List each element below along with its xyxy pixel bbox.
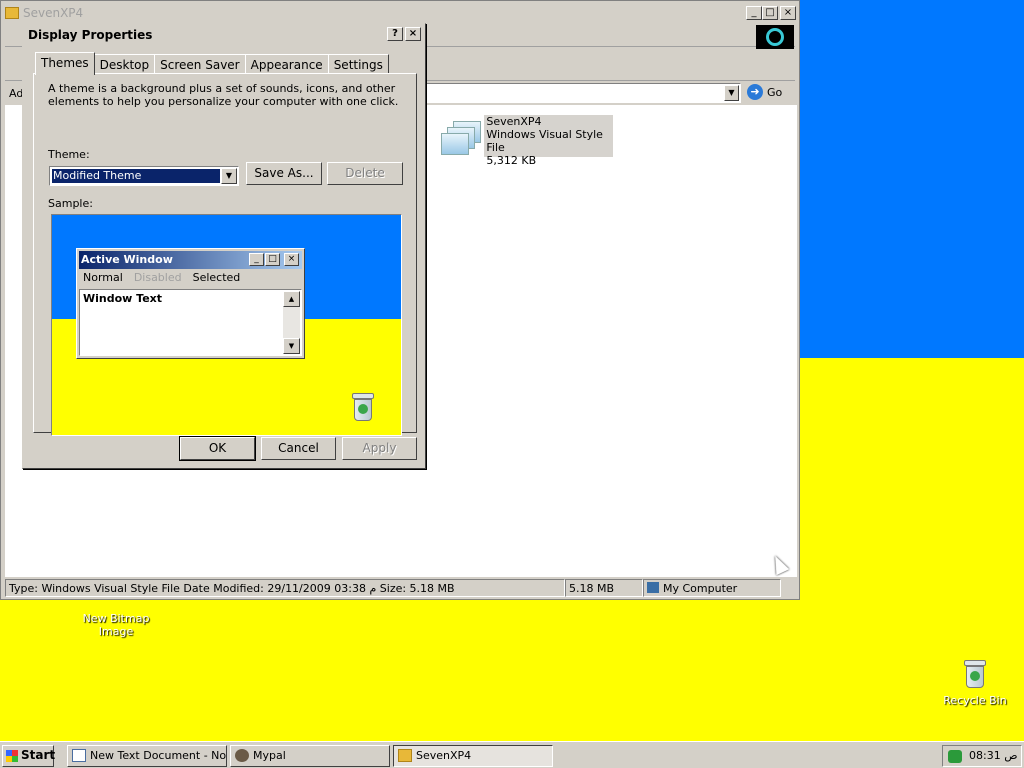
file-item-sevenxp4[interactable]: SevenXP4 Windows Visual Style File 5,312… xyxy=(437,115,613,167)
sample-menu: Normal Disabled Selected xyxy=(83,271,240,284)
tab-settings[interactable]: Settings xyxy=(327,54,389,74)
apply-button[interactable]: Apply xyxy=(342,437,417,460)
scroll-down-icon: ▼ xyxy=(283,338,300,354)
task-notepad-label: New Text Document - No... xyxy=(90,749,227,762)
sample-window-body: Window Text ▲ ▼ xyxy=(79,289,302,356)
file-details: SevenXP4 Windows Visual Style File 5,312… xyxy=(484,115,613,167)
delete-button[interactable]: Delete xyxy=(327,162,403,185)
dialog-close-button[interactable]: × xyxy=(405,27,421,41)
sample-active-window: Active Window _ □ × Normal Disabled Sele… xyxy=(76,248,305,359)
sample-scrollbar: ▲ ▼ xyxy=(283,291,300,354)
theme-description: A theme is a background plus a set of so… xyxy=(48,82,399,108)
tab-desktop[interactable]: Desktop xyxy=(93,54,156,74)
theme-sample-preview: Active Window _ □ × Normal Disabled Sele… xyxy=(51,214,402,436)
help-button[interactable]: ? xyxy=(387,27,403,41)
start-button[interactable]: Start xyxy=(2,745,56,767)
cancel-button[interactable]: Cancel xyxy=(261,437,336,460)
sample-close-icon: × xyxy=(284,253,299,266)
new-bitmap-label-1: New Bitmap xyxy=(82,612,150,625)
status-info: Type: Windows Visual Style File Date Mod… xyxy=(5,579,565,597)
my-computer-icon xyxy=(647,582,659,593)
visual-style-file-icon xyxy=(437,115,481,157)
task-notepad[interactable]: New Text Document - No... xyxy=(67,745,227,767)
notepad-icon xyxy=(72,749,86,762)
ok-button[interactable]: OK xyxy=(179,436,256,461)
theme-dropdown-button[interactable]: ▼ xyxy=(221,168,237,184)
address-dropdown-button[interactable]: ▼ xyxy=(724,85,739,101)
sample-minimize-icon: _ xyxy=(249,253,264,266)
sample-menu-disabled: Disabled xyxy=(133,271,182,284)
folder-icon xyxy=(398,749,412,762)
taskbar: Start New Text Document - No... Mypal Se… xyxy=(0,741,1024,768)
sample-recycle-bin-icon xyxy=(349,391,377,427)
task-mypal-label: Mypal xyxy=(253,749,286,762)
explorer-title: SevenXP4 xyxy=(23,6,84,20)
go-label: Go xyxy=(767,85,783,99)
recycle-bin-icon xyxy=(961,658,989,690)
file-size: 5,312 KB xyxy=(486,154,537,167)
maximize-button[interactable]: □ xyxy=(762,6,778,20)
theme-label: Theme: xyxy=(48,148,90,161)
sample-window-text: Window Text xyxy=(83,292,163,305)
tab-appearance[interactable]: Appearance xyxy=(244,54,329,74)
dialog-tabs: Themes Desktop Screen Saver Appearance S… xyxy=(35,52,389,75)
dialog-title-bar[interactable]: Display Properties xyxy=(25,26,423,44)
status-zone-label: My Computer xyxy=(663,582,738,595)
theme-select[interactable]: Modified Theme ▼ xyxy=(49,166,239,186)
mypal-icon xyxy=(235,749,249,762)
sample-menu-selected: Selected xyxy=(192,271,241,284)
desktop-icon-new-bitmap[interactable]: New Bitmap Image xyxy=(71,612,161,638)
sample-maximize-icon: □ xyxy=(265,253,280,266)
security-shield-icon[interactable] xyxy=(948,750,962,763)
save-as-button[interactable]: Save As... xyxy=(246,162,322,185)
scroll-up-icon: ▲ xyxy=(283,291,300,307)
go-button[interactable]: ➜ Go xyxy=(747,84,782,100)
theme-select-value: Modified Theme xyxy=(52,169,220,183)
tab-themes[interactable]: Themes xyxy=(35,52,95,75)
windows-throbber-logo xyxy=(756,25,794,49)
themes-tab-panel: A theme is a background plus a set of so… xyxy=(33,73,417,436)
clock[interactable]: 08:31 ص xyxy=(969,746,1018,765)
throbber-ring-icon xyxy=(766,28,784,46)
status-bar: Type: Windows Visual Style File Date Mod… xyxy=(5,579,797,597)
task-mypal[interactable]: Mypal xyxy=(230,745,390,767)
sample-label: Sample: xyxy=(48,197,93,210)
folder-icon xyxy=(5,7,19,19)
display-properties-dialog: Display Properties ? × Themes Desktop Sc… xyxy=(22,23,426,469)
desktop-icon-recycle-bin[interactable]: Recycle Bin xyxy=(930,658,1020,707)
new-bitmap-label-2: Image xyxy=(98,625,134,638)
sample-menu-normal: Normal xyxy=(83,271,123,284)
status-size: 5.18 MB xyxy=(565,579,643,597)
go-arrow-icon: ➜ xyxy=(747,84,763,100)
dialog-title: Display Properties xyxy=(28,28,153,42)
explorer-title-bar[interactable]: SevenXP4 xyxy=(1,1,799,25)
recycle-bin-label: Recycle Bin xyxy=(943,694,1007,707)
tab-screen-saver[interactable]: Screen Saver xyxy=(154,54,246,74)
system-tray: 08:31 ص xyxy=(942,745,1022,767)
file-type: Windows Visual Style File xyxy=(486,128,603,154)
task-sevenxp4[interactable]: SevenXP4 xyxy=(393,745,553,767)
windows-logo-icon xyxy=(6,750,18,762)
file-name: SevenXP4 xyxy=(486,115,542,128)
task-sevenxp4-label: SevenXP4 xyxy=(416,749,472,762)
address-input[interactable]: ▼ xyxy=(425,83,741,103)
start-label: Start xyxy=(21,748,56,762)
minimize-button[interactable]: _ xyxy=(746,6,762,20)
close-button[interactable]: × xyxy=(780,6,796,20)
status-zone: My Computer xyxy=(643,579,781,597)
